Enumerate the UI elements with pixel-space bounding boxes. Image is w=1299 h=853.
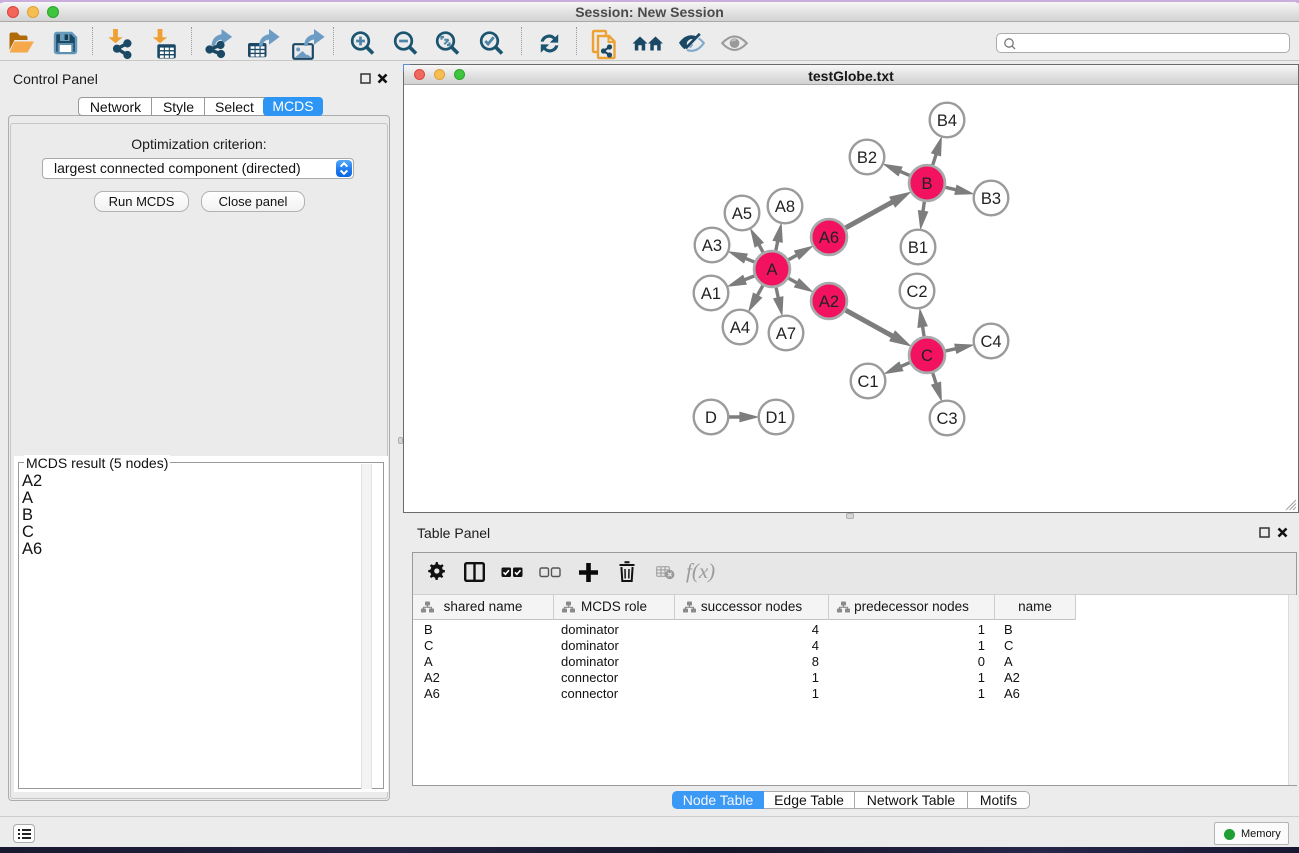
svg-text:C: C <box>921 347 933 365</box>
svg-text:A7: A7 <box>776 325 796 343</box>
svg-text:A3: A3 <box>702 237 722 255</box>
svg-text:A5: A5 <box>732 205 752 223</box>
svg-text:D: D <box>705 409 717 427</box>
svg-text:B3: B3 <box>981 190 1001 208</box>
svg-text:B4: B4 <box>937 112 957 130</box>
svg-text:A4: A4 <box>730 319 750 337</box>
svg-text:C4: C4 <box>980 333 1001 351</box>
svg-text:C2: C2 <box>906 283 927 301</box>
svg-text:A1: A1 <box>701 285 721 303</box>
svg-text:B: B <box>921 175 932 193</box>
svg-text:B2: B2 <box>857 149 877 167</box>
svg-text:A8: A8 <box>775 198 795 216</box>
svg-text:A: A <box>766 261 777 279</box>
svg-text:A6: A6 <box>819 229 839 247</box>
svg-text:A2: A2 <box>819 293 839 311</box>
svg-text:C3: C3 <box>936 410 957 428</box>
svg-text:D1: D1 <box>765 409 786 427</box>
svg-text:C1: C1 <box>857 373 878 391</box>
svg-text:B1: B1 <box>908 239 928 257</box>
